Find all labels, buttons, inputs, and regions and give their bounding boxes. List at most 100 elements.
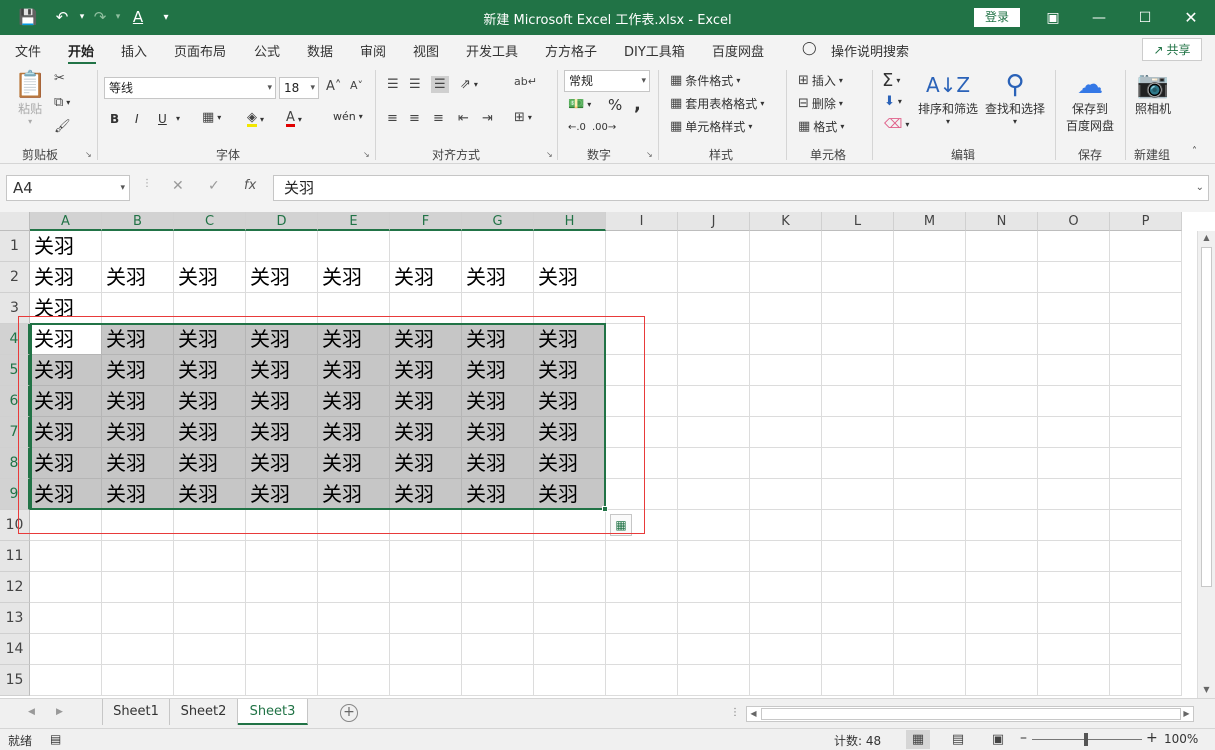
cell-n15[interactable]: [966, 665, 1038, 696]
cell-e5[interactable]: 关羽: [318, 355, 390, 386]
cell-b11[interactable]: [102, 541, 174, 572]
orientation-icon[interactable]: ⇗ ▾: [460, 78, 478, 91]
font-launcher-icon[interactable]: ↘: [363, 150, 370, 159]
cell-e10[interactable]: [318, 510, 390, 541]
cell-p13[interactable]: [1110, 603, 1182, 634]
cell-k2[interactable]: [750, 262, 822, 293]
horizontal-scroll-thumb[interactable]: [761, 708, 1181, 720]
cell-k10[interactable]: [750, 510, 822, 541]
cell-g11[interactable]: [462, 541, 534, 572]
cell-b13[interactable]: [102, 603, 174, 634]
cell-d15[interactable]: [246, 665, 318, 696]
decrease-indent-icon[interactable]: ⇤: [458, 112, 469, 125]
accounting-format-icon[interactable]: 💵 ▾: [568, 98, 591, 111]
cell-e11[interactable]: [318, 541, 390, 572]
tab-file[interactable]: 文件: [15, 41, 41, 60]
cell-c6[interactable]: 关羽: [174, 386, 246, 417]
cell-d11[interactable]: [246, 541, 318, 572]
row-header-2[interactable]: 2: [0, 262, 30, 293]
cell-g12[interactable]: [462, 572, 534, 603]
tab-data[interactable]: 数据: [307, 41, 333, 60]
cell-f4[interactable]: 关羽: [390, 324, 462, 355]
vertical-scroll-thumb[interactable]: [1201, 247, 1212, 587]
cell-n7[interactable]: [966, 417, 1038, 448]
cell-g3[interactable]: [462, 293, 534, 324]
align-middle-icon[interactable]: ☰: [409, 78, 421, 91]
phonetic-icon[interactable]: wén ▾: [333, 110, 363, 123]
quick-analysis-icon[interactable]: ▦: [610, 514, 632, 536]
cell-a14[interactable]: [30, 634, 102, 665]
cell-b10[interactable]: [102, 510, 174, 541]
sheet-tab-3[interactable]: Sheet3: [238, 699, 308, 725]
row-header-3[interactable]: 3: [0, 293, 30, 324]
row-header-13[interactable]: 13: [0, 603, 30, 634]
cell-n12[interactable]: [966, 572, 1038, 603]
cell-a12[interactable]: [30, 572, 102, 603]
cell-o4[interactable]: [1038, 324, 1110, 355]
zoom-in-icon[interactable]: +: [1146, 730, 1158, 746]
cell-p2[interactable]: [1110, 262, 1182, 293]
cell-p10[interactable]: [1110, 510, 1182, 541]
cell-g7[interactable]: 关羽: [462, 417, 534, 448]
cell-k13[interactable]: [750, 603, 822, 634]
cell-a1[interactable]: 关羽: [30, 231, 102, 262]
cell-c9[interactable]: 关羽: [174, 479, 246, 510]
cell-i3[interactable]: [606, 293, 678, 324]
cell-h3[interactable]: [534, 293, 606, 324]
tab-view[interactable]: 视图: [413, 41, 439, 60]
cell-l3[interactable]: [822, 293, 894, 324]
cell-o2[interactable]: [1038, 262, 1110, 293]
tab-baidu-netdisk[interactable]: 百度网盘: [712, 41, 764, 60]
save-icon[interactable]: 💾: [16, 6, 40, 28]
cell-b1[interactable]: [102, 231, 174, 262]
cell-c12[interactable]: [174, 572, 246, 603]
find-select-button[interactable]: ⚲ 查找和选择 ▾: [985, 70, 1045, 126]
cell-m9[interactable]: [894, 479, 966, 510]
cell-f15[interactable]: [390, 665, 462, 696]
cell-i8[interactable]: [606, 448, 678, 479]
cell-f12[interactable]: [390, 572, 462, 603]
maximize-icon[interactable]: ☐: [1122, 0, 1168, 35]
font-name-select[interactable]: 等线 ▾: [104, 77, 276, 99]
cell-n8[interactable]: [966, 448, 1038, 479]
comma-button[interactable]: ,: [634, 94, 641, 115]
cell-k7[interactable]: [750, 417, 822, 448]
cell-o14[interactable]: [1038, 634, 1110, 665]
decrease-decimal-icon[interactable]: .00→: [592, 122, 616, 133]
cell-l2[interactable]: [822, 262, 894, 293]
format-cells-button[interactable]: ▦ 格式 ▾: [798, 118, 844, 135]
cell-l5[interactable]: [822, 355, 894, 386]
cell-k3[interactable]: [750, 293, 822, 324]
cell-k12[interactable]: [750, 572, 822, 603]
close-icon[interactable]: ✕: [1168, 0, 1214, 35]
cell-f11[interactable]: [390, 541, 462, 572]
cell-l7[interactable]: [822, 417, 894, 448]
ribbon-display-icon[interactable]: ▣: [1030, 0, 1076, 35]
cell-j11[interactable]: [678, 541, 750, 572]
cell-k6[interactable]: [750, 386, 822, 417]
column-header-h[interactable]: H: [534, 212, 606, 231]
cell-e13[interactable]: [318, 603, 390, 634]
cell-d10[interactable]: [246, 510, 318, 541]
cell-c14[interactable]: [174, 634, 246, 665]
select-all-button[interactable]: [0, 212, 30, 231]
cell-m10[interactable]: [894, 510, 966, 541]
next-sheet-icon[interactable]: ▶: [56, 707, 63, 717]
cell-l15[interactable]: [822, 665, 894, 696]
number-format-select[interactable]: 常规 ▾: [564, 70, 650, 92]
cell-p8[interactable]: [1110, 448, 1182, 479]
cell-f13[interactable]: [390, 603, 462, 634]
cell-p11[interactable]: [1110, 541, 1182, 572]
conditional-format-button[interactable]: ▦ 条件格式 ▾: [670, 72, 740, 89]
cell-i6[interactable]: [606, 386, 678, 417]
cell-e8[interactable]: 关羽: [318, 448, 390, 479]
cell-i11[interactable]: [606, 541, 678, 572]
row-header-1[interactable]: 1: [0, 231, 30, 262]
enter-icon[interactable]: ✓: [208, 178, 220, 194]
cell-p15[interactable]: [1110, 665, 1182, 696]
cell-i15[interactable]: [606, 665, 678, 696]
column-header-j[interactable]: J: [678, 212, 750, 231]
cell-f5[interactable]: 关羽: [390, 355, 462, 386]
cell-a15[interactable]: [30, 665, 102, 696]
cell-g4[interactable]: 关羽: [462, 324, 534, 355]
